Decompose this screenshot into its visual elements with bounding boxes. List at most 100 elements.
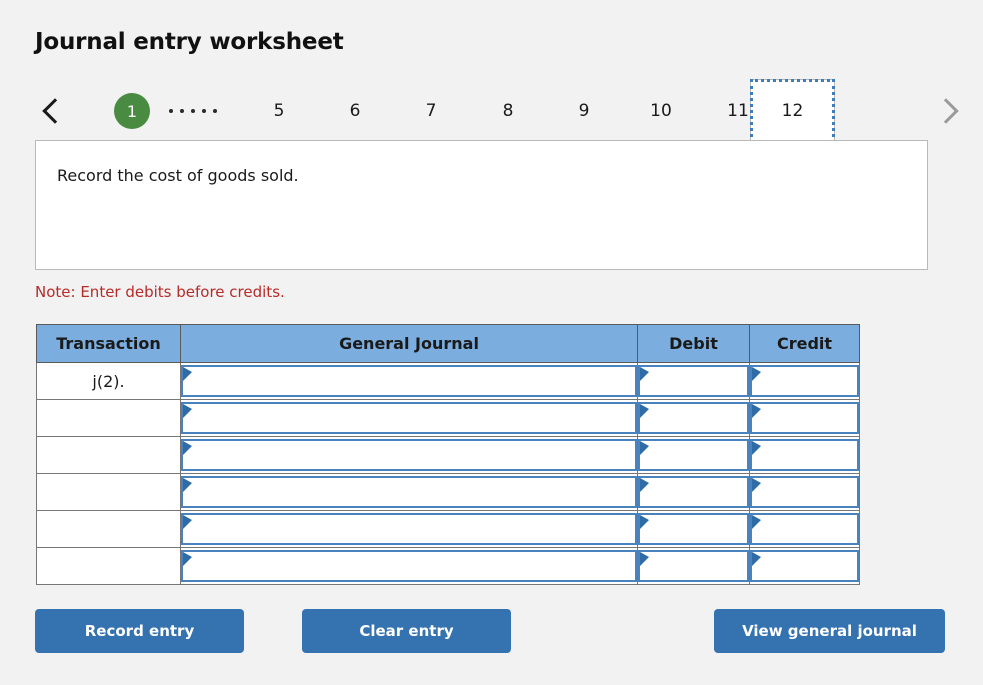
general-journal-cell[interactable] bbox=[180, 362, 638, 400]
general-journal-cell[interactable] bbox=[180, 510, 638, 548]
column-header-debit: Debit bbox=[637, 324, 750, 363]
ellipsis-dot bbox=[202, 109, 206, 113]
step-item-5[interactable]: 5 bbox=[257, 79, 301, 143]
description-panel: Record the cost of goods sold. bbox=[35, 140, 928, 270]
debit-input[interactable] bbox=[638, 550, 749, 582]
column-header-credit: Credit bbox=[749, 324, 860, 363]
clear-entry-button[interactable]: Clear entry bbox=[302, 609, 511, 653]
credit-input[interactable] bbox=[750, 476, 859, 508]
table-row: j(2). bbox=[36, 362, 860, 400]
step-item-11-label: 11 bbox=[727, 101, 749, 121]
credit-cell[interactable] bbox=[749, 510, 860, 548]
ellipsis-dot bbox=[213, 109, 217, 113]
debit-cell[interactable] bbox=[637, 473, 750, 511]
dropdown-marker-icon bbox=[752, 552, 761, 566]
dropdown-marker-icon bbox=[640, 367, 649, 381]
ellipsis-dot bbox=[180, 109, 184, 113]
step-item-9-label: 9 bbox=[578, 101, 590, 121]
general-journal-account-select[interactable] bbox=[181, 476, 637, 508]
debit-input[interactable] bbox=[638, 513, 749, 545]
debits-before-credits-note: Note: Enter debits before credits. bbox=[35, 283, 285, 301]
step-item-7[interactable]: 7 bbox=[409, 79, 453, 143]
transaction-cell bbox=[36, 399, 181, 437]
dropdown-marker-icon bbox=[640, 441, 649, 455]
step-navigation: 1 5 6 7 8 9 10 11 12 bbox=[35, 79, 965, 143]
step-item-8[interactable]: 8 bbox=[486, 79, 530, 143]
debit-input[interactable] bbox=[638, 402, 749, 434]
transaction-cell bbox=[36, 473, 181, 511]
description-text: Record the cost of goods sold. bbox=[57, 166, 299, 185]
step-item-5-label: 5 bbox=[273, 101, 285, 121]
step-item-9[interactable]: 9 bbox=[562, 79, 606, 143]
credit-cell[interactable] bbox=[749, 436, 860, 474]
credit-input[interactable] bbox=[750, 439, 859, 471]
debit-input[interactable] bbox=[638, 476, 749, 508]
credit-cell[interactable] bbox=[749, 362, 860, 400]
dropdown-marker-icon bbox=[183, 367, 192, 381]
debit-cell[interactable] bbox=[637, 362, 750, 400]
credit-input[interactable] bbox=[750, 513, 859, 545]
credit-cell[interactable] bbox=[749, 547, 860, 585]
dropdown-marker-icon bbox=[183, 552, 192, 566]
general-journal-account-select[interactable] bbox=[181, 550, 637, 582]
step-item-7-label: 7 bbox=[425, 101, 437, 121]
debit-input[interactable] bbox=[638, 439, 749, 471]
credit-input[interactable] bbox=[750, 550, 859, 582]
table-row bbox=[36, 547, 860, 585]
step-item-12[interactable]: 12 bbox=[750, 79, 835, 143]
step-ellipsis bbox=[169, 79, 217, 143]
step-item-1-label: 1 bbox=[114, 93, 150, 129]
general-journal-account-select[interactable] bbox=[181, 439, 637, 471]
dropdown-marker-icon bbox=[640, 515, 649, 529]
table-row bbox=[36, 473, 860, 511]
dropdown-marker-icon bbox=[183, 404, 192, 418]
step-item-10-label: 10 bbox=[650, 101, 672, 121]
previous-step-button[interactable] bbox=[35, 79, 69, 143]
table-header-row: Transaction General Journal Debit Credit bbox=[36, 324, 860, 363]
ellipsis-dot bbox=[191, 109, 195, 113]
transaction-cell bbox=[36, 547, 181, 585]
column-header-transaction: Transaction bbox=[36, 324, 181, 363]
dropdown-marker-icon bbox=[752, 441, 761, 455]
transaction-cell bbox=[36, 510, 181, 548]
debit-cell[interactable] bbox=[637, 399, 750, 437]
general-journal-account-select[interactable] bbox=[181, 365, 637, 397]
step-item-1[interactable]: 1 bbox=[107, 79, 157, 143]
dropdown-marker-icon bbox=[752, 367, 761, 381]
credit-input[interactable] bbox=[750, 402, 859, 434]
step-item-12-label: 12 bbox=[781, 101, 804, 121]
step-item-10[interactable]: 10 bbox=[636, 79, 686, 143]
journal-entry-table: Transaction General Journal Debit Credit… bbox=[36, 324, 860, 585]
dropdown-marker-icon bbox=[752, 478, 761, 492]
dropdown-marker-icon bbox=[183, 441, 192, 455]
view-general-journal-button[interactable]: View general journal bbox=[714, 609, 945, 653]
general-journal-cell[interactable] bbox=[180, 436, 638, 474]
debit-cell[interactable] bbox=[637, 547, 750, 585]
step-item-8-label: 8 bbox=[502, 101, 514, 121]
dropdown-marker-icon bbox=[183, 515, 192, 529]
step-item-6-label: 6 bbox=[349, 101, 361, 121]
general-journal-account-select[interactable] bbox=[181, 402, 637, 434]
credit-input[interactable] bbox=[750, 365, 859, 397]
debit-cell[interactable] bbox=[637, 436, 750, 474]
debit-cell[interactable] bbox=[637, 510, 750, 548]
credit-cell[interactable] bbox=[749, 399, 860, 437]
dropdown-marker-icon bbox=[640, 552, 649, 566]
dropdown-marker-icon bbox=[183, 478, 192, 492]
debit-input[interactable] bbox=[638, 365, 749, 397]
dropdown-marker-icon bbox=[752, 404, 761, 418]
general-journal-cell[interactable] bbox=[180, 547, 638, 585]
chevron-right-icon bbox=[932, 98, 959, 124]
general-journal-account-select[interactable] bbox=[181, 513, 637, 545]
credit-cell[interactable] bbox=[749, 473, 860, 511]
record-entry-button[interactable]: Record entry bbox=[35, 609, 244, 653]
table-row bbox=[36, 399, 860, 437]
transaction-cell: j(2). bbox=[36, 362, 181, 400]
table-row bbox=[36, 510, 860, 548]
dropdown-marker-icon bbox=[752, 515, 761, 529]
next-step-button[interactable] bbox=[931, 79, 965, 143]
step-item-6[interactable]: 6 bbox=[333, 79, 377, 143]
dropdown-marker-icon bbox=[640, 404, 649, 418]
general-journal-cell[interactable] bbox=[180, 473, 638, 511]
general-journal-cell[interactable] bbox=[180, 399, 638, 437]
